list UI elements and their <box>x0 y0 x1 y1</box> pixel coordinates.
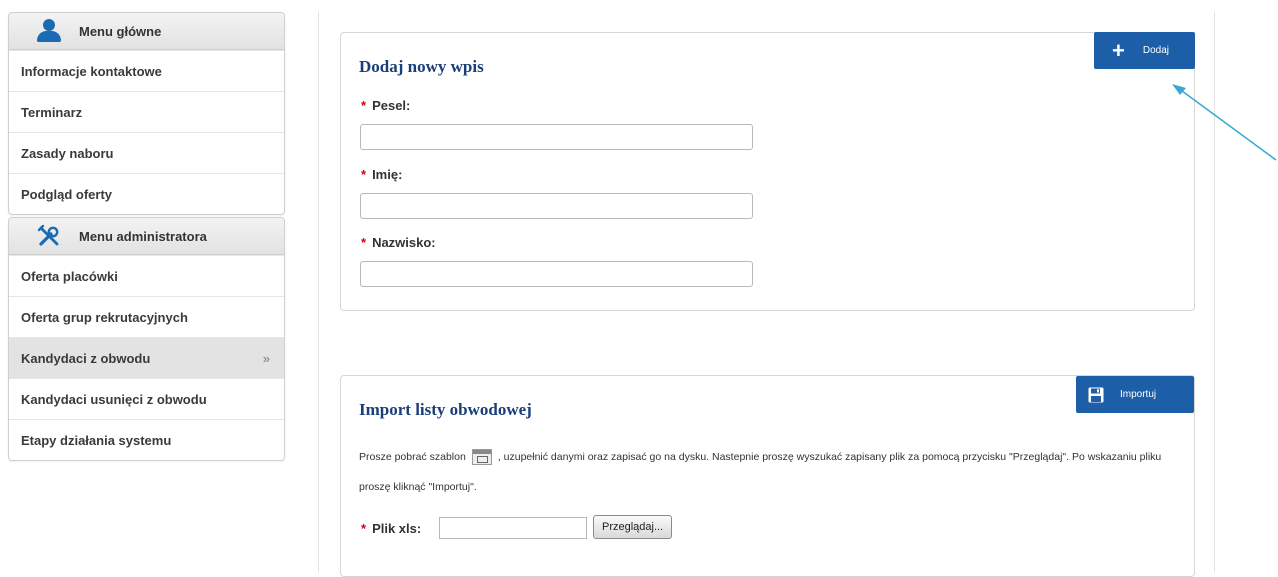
add-entry-panel: Dodaj nowy wpis + Dodaj * Pesel: * Imię: *… <box>340 32 1195 311</box>
import-instructions: Prosze pobrać szablon, uzupełnić danymi … <box>359 442 1179 502</box>
pesel-input[interactable] <box>360 124 753 150</box>
main-menu-header: Menu główne <box>9 13 284 50</box>
sidebar-item-label: Oferta grup rekrutacyjnych <box>21 309 188 325</box>
file-path-input[interactable] <box>439 517 587 539</box>
add-entry-title: Dodaj nowy wpis <box>359 57 484 76</box>
admin-menu-title: Menu administratora <box>79 228 207 244</box>
admin-menu: Menu administratora Oferta placówki Ofer… <box>8 217 285 461</box>
save-icon <box>1088 387 1104 403</box>
sidebar-item-district-candidates[interactable]: Kandydaci z obwodu » <box>9 337 284 378</box>
plus-icon: + <box>1112 37 1125 63</box>
sidebar-item-contact-info[interactable]: Informacje kontaktowe <box>9 50 284 91</box>
xls-template-icon[interactable] <box>471 449 492 466</box>
tools-icon <box>37 224 61 248</box>
file-label: * Plik xls: <box>361 521 421 536</box>
sidebar-item-removed-candidates[interactable]: Kandydaci usunięci z obwodu <box>9 378 284 419</box>
first-name-label-text: Imię: <box>372 167 403 182</box>
last-name-label: * Nazwisko: <box>361 235 436 250</box>
required-mark: * <box>361 235 367 250</box>
browse-button[interactable]: Przeglądaj... <box>593 515 673 539</box>
sidebar-item-label: Etapy działania systemu <box>21 432 172 448</box>
user-icon <box>37 19 61 43</box>
last-name-input[interactable] <box>360 261 753 287</box>
sidebar-item-label: Kandydaci z obwodu <box>21 350 151 366</box>
add-button[interactable]: + Dodaj <box>1094 32 1195 69</box>
last-name-label-text: Nazwisko: <box>372 235 436 250</box>
required-mark: * <box>361 98 367 113</box>
sidebar-item-group-offer[interactable]: Oferta grup rekrutacyjnych <box>9 296 284 337</box>
main-menu: Menu główne Informacje kontaktowe Termin… <box>8 12 285 215</box>
main-menu-title: Menu główne <box>79 23 162 39</box>
instructions-text-start: Prosze pobrać szablon <box>359 451 466 463</box>
admin-menu-header: Menu administratora <box>9 218 284 255</box>
first-name-input[interactable] <box>360 193 753 219</box>
import-button-label: Importuj <box>1120 389 1157 400</box>
sidebar-item-system-stages[interactable]: Etapy działania systemu <box>9 419 284 460</box>
sidebar-item-label: Kandydaci usunięci z obwodu <box>21 391 207 407</box>
import-panel: Import listy obwodowej Importuj Prosze p… <box>340 375 1195 577</box>
import-button[interactable]: Importuj <box>1076 376 1194 413</box>
import-title: Import listy obwodowej <box>359 400 532 419</box>
chevron-right-icon: » <box>262 350 270 366</box>
required-mark: * <box>361 521 367 536</box>
sidebar-item-schedule[interactable]: Terminarz <box>9 91 284 132</box>
sidebar-item-label: Informacje kontaktowe <box>21 63 162 79</box>
sidebar-item-facility-offer[interactable]: Oferta placówki <box>9 255 284 296</box>
first-name-label: * Imię: <box>361 167 402 182</box>
pesel-label: * Pesel: <box>361 98 410 113</box>
sidebar-item-label: Zasady naboru <box>21 145 114 161</box>
add-button-label: Dodaj <box>1142 45 1169 56</box>
required-mark: * <box>361 167 367 182</box>
sidebar-item-label: Podgląd oferty <box>21 186 113 202</box>
sidebar-item-label: Oferta placówki <box>21 268 118 284</box>
sidebar-item-label: Terminarz <box>21 104 83 120</box>
sidebar-item-recruitment-rules[interactable]: Zasady naboru <box>9 132 284 173</box>
sidebar-item-offer-preview[interactable]: Podgląd oferty <box>9 173 284 214</box>
pesel-label-text: Pesel: <box>372 98 411 113</box>
file-label-text: Plik xls: <box>372 521 422 536</box>
